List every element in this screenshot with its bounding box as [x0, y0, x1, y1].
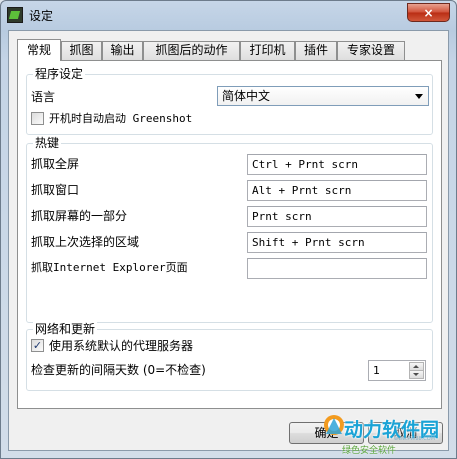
close-button[interactable]: ×: [407, 3, 450, 22]
spin-down-button[interactable]: [409, 370, 424, 379]
update-interval-label: 检查更新的间隔天数 (0=不检查): [31, 363, 206, 377]
ok-button[interactable]: 确定: [289, 422, 364, 444]
hotkey-label-fullscreen: 抓取全屏: [31, 157, 80, 171]
hotkey-input-window[interactable]: Alt + Prnt scrn: [247, 180, 427, 201]
proxy-checkbox[interactable]: ✓: [31, 339, 44, 352]
hotkeys-title: 热键: [33, 136, 62, 150]
proxy-label: 使用系统默认的代理服务器: [49, 339, 194, 353]
hotkeys-group: 热键 抓取全屏 Ctrl + Prnt scrn 抓取窗口 Alt + Prnt…: [26, 136, 433, 323]
tab-general[interactable]: 常规: [17, 39, 61, 61]
hotkey-input-fullscreen[interactable]: Ctrl + Prnt scrn: [247, 154, 427, 175]
tab-plugins[interactable]: 插件: [295, 41, 337, 60]
title-bar[interactable]: 设定 ×: [1, 1, 456, 29]
settings-window: 设定 × 常规 抓图 输出 抓图后的动作 打印机 插件 专家设置 程序设定 语言…: [0, 0, 457, 459]
update-interval-spinner[interactable]: 1: [368, 360, 426, 381]
hotkey-input-region[interactable]: Prnt scrn: [247, 206, 427, 227]
language-dropdown[interactable]: 简体中文: [217, 86, 429, 106]
arrow-up-icon: [413, 365, 419, 368]
hotkey-input-ie-page[interactable]: [247, 258, 427, 279]
hotkey-input-last-region[interactable]: Shift + Prnt scrn: [247, 232, 427, 253]
tab-after-capture-actions[interactable]: 抓图后的动作: [143, 41, 240, 60]
greenshot-app-icon: [7, 7, 23, 23]
network-update-title: 网络和更新: [33, 322, 98, 336]
hotkey-label-window: 抓取窗口: [31, 183, 80, 197]
arrow-down-icon: [413, 373, 419, 376]
language-label: 语言: [31, 90, 56, 104]
language-selected-value: 简体中文: [222, 89, 271, 103]
tab-capture[interactable]: 抓图: [61, 41, 102, 60]
program-settings-title: 程序设定: [33, 67, 86, 81]
hotkey-label-last-region: 抓取上次选择的区域: [31, 235, 140, 249]
tab-expert-settings[interactable]: 专家设置: [337, 41, 405, 60]
dialog-client-area: 常规 抓图 输出 抓图后的动作 打印机 插件 专家设置 程序设定 语言 简体中文…: [8, 30, 449, 451]
hotkey-label-region: 抓取屏幕的一部分: [31, 209, 128, 223]
tab-strip: 常规 抓图 输出 抓图后的动作 打印机 插件 专家设置: [17, 39, 442, 61]
program-settings-group: 程序设定 语言 简体中文 开机时自动启动 Greenshot: [26, 67, 433, 135]
cancel-button[interactable]: 取消: [368, 422, 443, 444]
network-update-group: 网络和更新 ✓ 使用系统默认的代理服务器 检查更新的间隔天数 (0=不检查) 1: [26, 322, 433, 391]
tab-output[interactable]: 输出: [102, 41, 143, 60]
window-title: 设定: [29, 9, 54, 23]
tab-panel-general: 程序设定 语言 简体中文 开机时自动启动 Greenshot 热键 抓取全屏 C…: [17, 60, 442, 409]
chevron-down-icon: [415, 94, 423, 99]
autostart-label: 开机时自动启动 Greenshot: [49, 112, 193, 125]
hotkey-label-ie-page: 抓取Internet Explorer页面: [31, 261, 188, 274]
autostart-checkbox[interactable]: [31, 112, 44, 125]
update-interval-value: 1: [373, 364, 380, 377]
tab-printer[interactable]: 打印机: [240, 41, 295, 60]
